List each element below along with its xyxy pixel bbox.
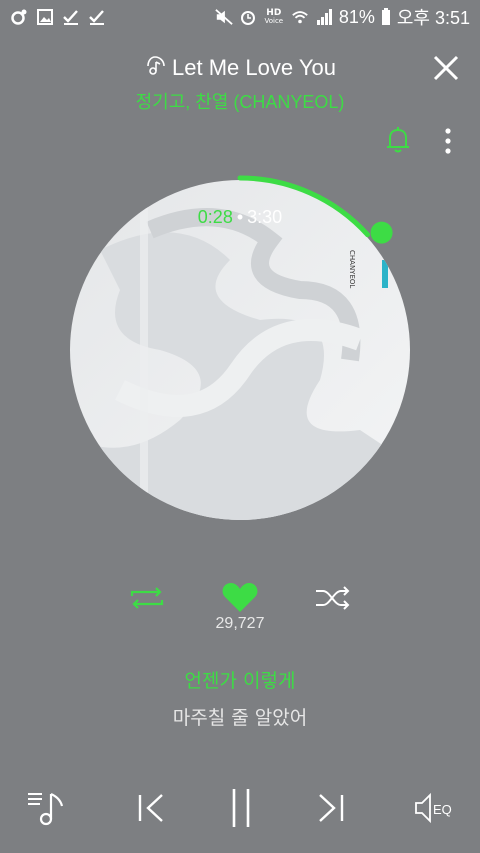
cover-label: CHANYEOL [348, 250, 356, 288]
eq-label: EQ [433, 802, 452, 817]
heart-icon [222, 583, 258, 612]
artist-name[interactable]: 정기고, 찬열 (CHANYEOL) [0, 88, 480, 114]
battery-icon [381, 8, 391, 26]
pause-icon [232, 789, 250, 827]
check-icon [88, 8, 106, 26]
bottom-control-bar: EQ [0, 784, 480, 834]
hd-voice-icon: HD Voice [263, 8, 285, 26]
battery-percent: 81% [338, 6, 375, 27]
time-separator: • [236, 207, 244, 227]
previous-icon [138, 794, 163, 822]
lyric-current-line[interactable]: 언젠가 이렇게 [0, 666, 480, 693]
equalizer-button[interactable]: EQ [414, 784, 460, 832]
pause-button[interactable] [224, 784, 258, 832]
more-options-button[interactable] [436, 126, 460, 156]
clock: 오후 3:51 [396, 8, 470, 28]
time-display: 0:28 • 3:30 [0, 207, 480, 228]
mute-icon [215, 8, 233, 26]
song-title: Let Me Love You [172, 55, 336, 80]
wifi-icon [291, 8, 309, 26]
bell-icon [387, 127, 409, 153]
shuffle-icon [316, 586, 350, 610]
close-button[interactable] [430, 52, 462, 84]
hd-label: HD [266, 8, 282, 18]
image-icon [36, 8, 54, 26]
previous-button[interactable] [134, 784, 170, 832]
playlist-icon [28, 792, 64, 826]
next-button[interactable] [312, 784, 348, 832]
playlist-button[interactable] [26, 784, 70, 832]
notification-ring-icon [10, 8, 28, 26]
next-icon [319, 794, 344, 822]
check-icon [62, 8, 80, 26]
music-note-icon [144, 54, 166, 82]
repeat-button[interactable] [128, 584, 166, 612]
equalizer-icon: EQ [415, 792, 452, 824]
bell-button[interactable] [384, 125, 412, 155]
status-left [10, 8, 106, 26]
total-time: 3:30 [247, 207, 283, 227]
current-time: 0:28 [197, 207, 233, 227]
repeat-icon [130, 587, 164, 609]
song-title-wrap[interactable]: Let Me Love You [0, 54, 480, 82]
alarm-icon [239, 8, 257, 26]
signal-icon [315, 8, 333, 26]
voice-label: Voice [264, 17, 284, 25]
lyric-next-line[interactable]: 마주칠 줄 알았어 [0, 703, 480, 730]
like-button[interactable] [221, 580, 259, 614]
like-count: 29,727 [215, 615, 265, 632]
status-right: HD Voice 81% 오후 3:51 [215, 4, 470, 30]
more-vertical-icon [445, 128, 451, 154]
close-icon [433, 55, 459, 81]
status-bar: HD Voice 81% 오후 3:51 [0, 0, 480, 34]
action-row [0, 578, 480, 618]
shuffle-button[interactable] [314, 584, 352, 612]
header: Let Me Love You [0, 48, 480, 88]
